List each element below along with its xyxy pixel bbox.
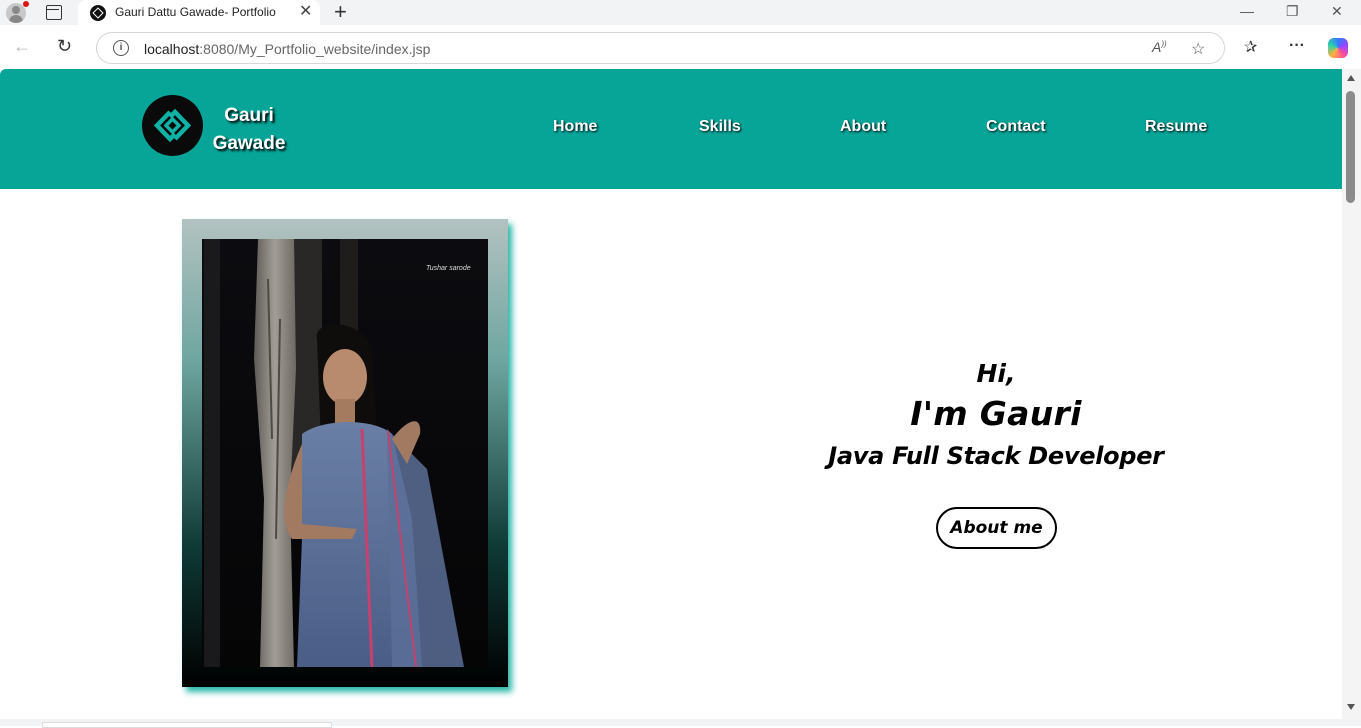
browser-tab-strip: Gauri Dattu Gawade- Portfolio ✕ + — ❐ ✕ [0,0,1361,25]
tab-favicon-icon [90,5,106,21]
restore-icon[interactable]: ❐ [1286,3,1299,20]
bottom-status-strip [0,719,1361,728]
brand-last-name: Gawade [212,133,286,154]
scrollbar-thumb[interactable] [1346,91,1355,203]
nav-skills[interactable]: Skills [699,118,741,136]
brand-name[interactable]: Gauri Gawade [206,102,292,158]
nav-contact[interactable]: Contact [986,118,1046,136]
scroll-down-icon[interactable] [1347,704,1355,710]
hero-role: Java Full Stack Developer [828,442,1164,470]
tab-actions-icon[interactable] [46,5,62,20]
site-header: Gauri Gawade Home Skills About Contact R… [0,69,1342,189]
tab-title: Gauri Dattu Gawade- Portfolio [115,5,276,19]
nav-home[interactable]: Home [553,118,597,136]
back-icon[interactable]: ← [13,36,31,56]
minimize-icon[interactable]: — [1240,3,1254,19]
hero-greeting: Hi, [976,359,1016,388]
favorites-icon[interactable]: ✰ [1244,37,1257,57]
profile-photo: Tushar sarode [202,239,488,667]
page-viewport: Gauri Gawade Home Skills About Contact R… [0,69,1342,719]
copilot-icon[interactable] [1328,38,1348,58]
more-menu-icon[interactable]: ··· [1289,37,1305,55]
photo-credit: Tushar sarode [426,265,471,272]
nav-about[interactable]: About [840,118,886,136]
nav-resume[interactable]: Resume [1145,118,1207,136]
brand-first-name: Gauri [224,105,274,126]
logo-icon[interactable] [142,95,203,156]
hero-intro: Hi, I'm Gauri Java Full Stack Developer [826,359,1166,473]
site-info-icon[interactable]: i [113,40,129,56]
address-bar[interactable]: i localhost:8080/My_Portfolio_website/in… [96,32,1225,64]
window-close-icon[interactable]: ✕ [1331,3,1343,20]
tab-close-icon[interactable]: ✕ [299,3,312,21]
hero-name: I'm Gauri [910,394,1082,433]
scroll-up-icon[interactable] [1347,75,1355,81]
notification-dot [23,1,29,7]
browser-toolbar: ← ↻ i localhost:8080/My_Portfolio_websit… [0,25,1361,69]
new-tab-button[interactable]: + [334,0,347,24]
page-scrollbar[interactable] [1342,69,1361,719]
read-aloud-icon[interactable]: A)) [1152,39,1167,55]
reload-icon[interactable]: ↻ [57,36,72,56]
browser-tab[interactable]: Gauri Dattu Gawade- Portfolio ✕ [78,0,320,25]
about-me-button[interactable]: About me [936,507,1057,549]
favorite-star-icon[interactable]: ☆ [1191,39,1205,59]
profile-photo-frame: Tushar sarode [182,219,508,687]
url-text[interactable]: localhost:8080/My_Portfolio_website/inde… [144,41,430,57]
